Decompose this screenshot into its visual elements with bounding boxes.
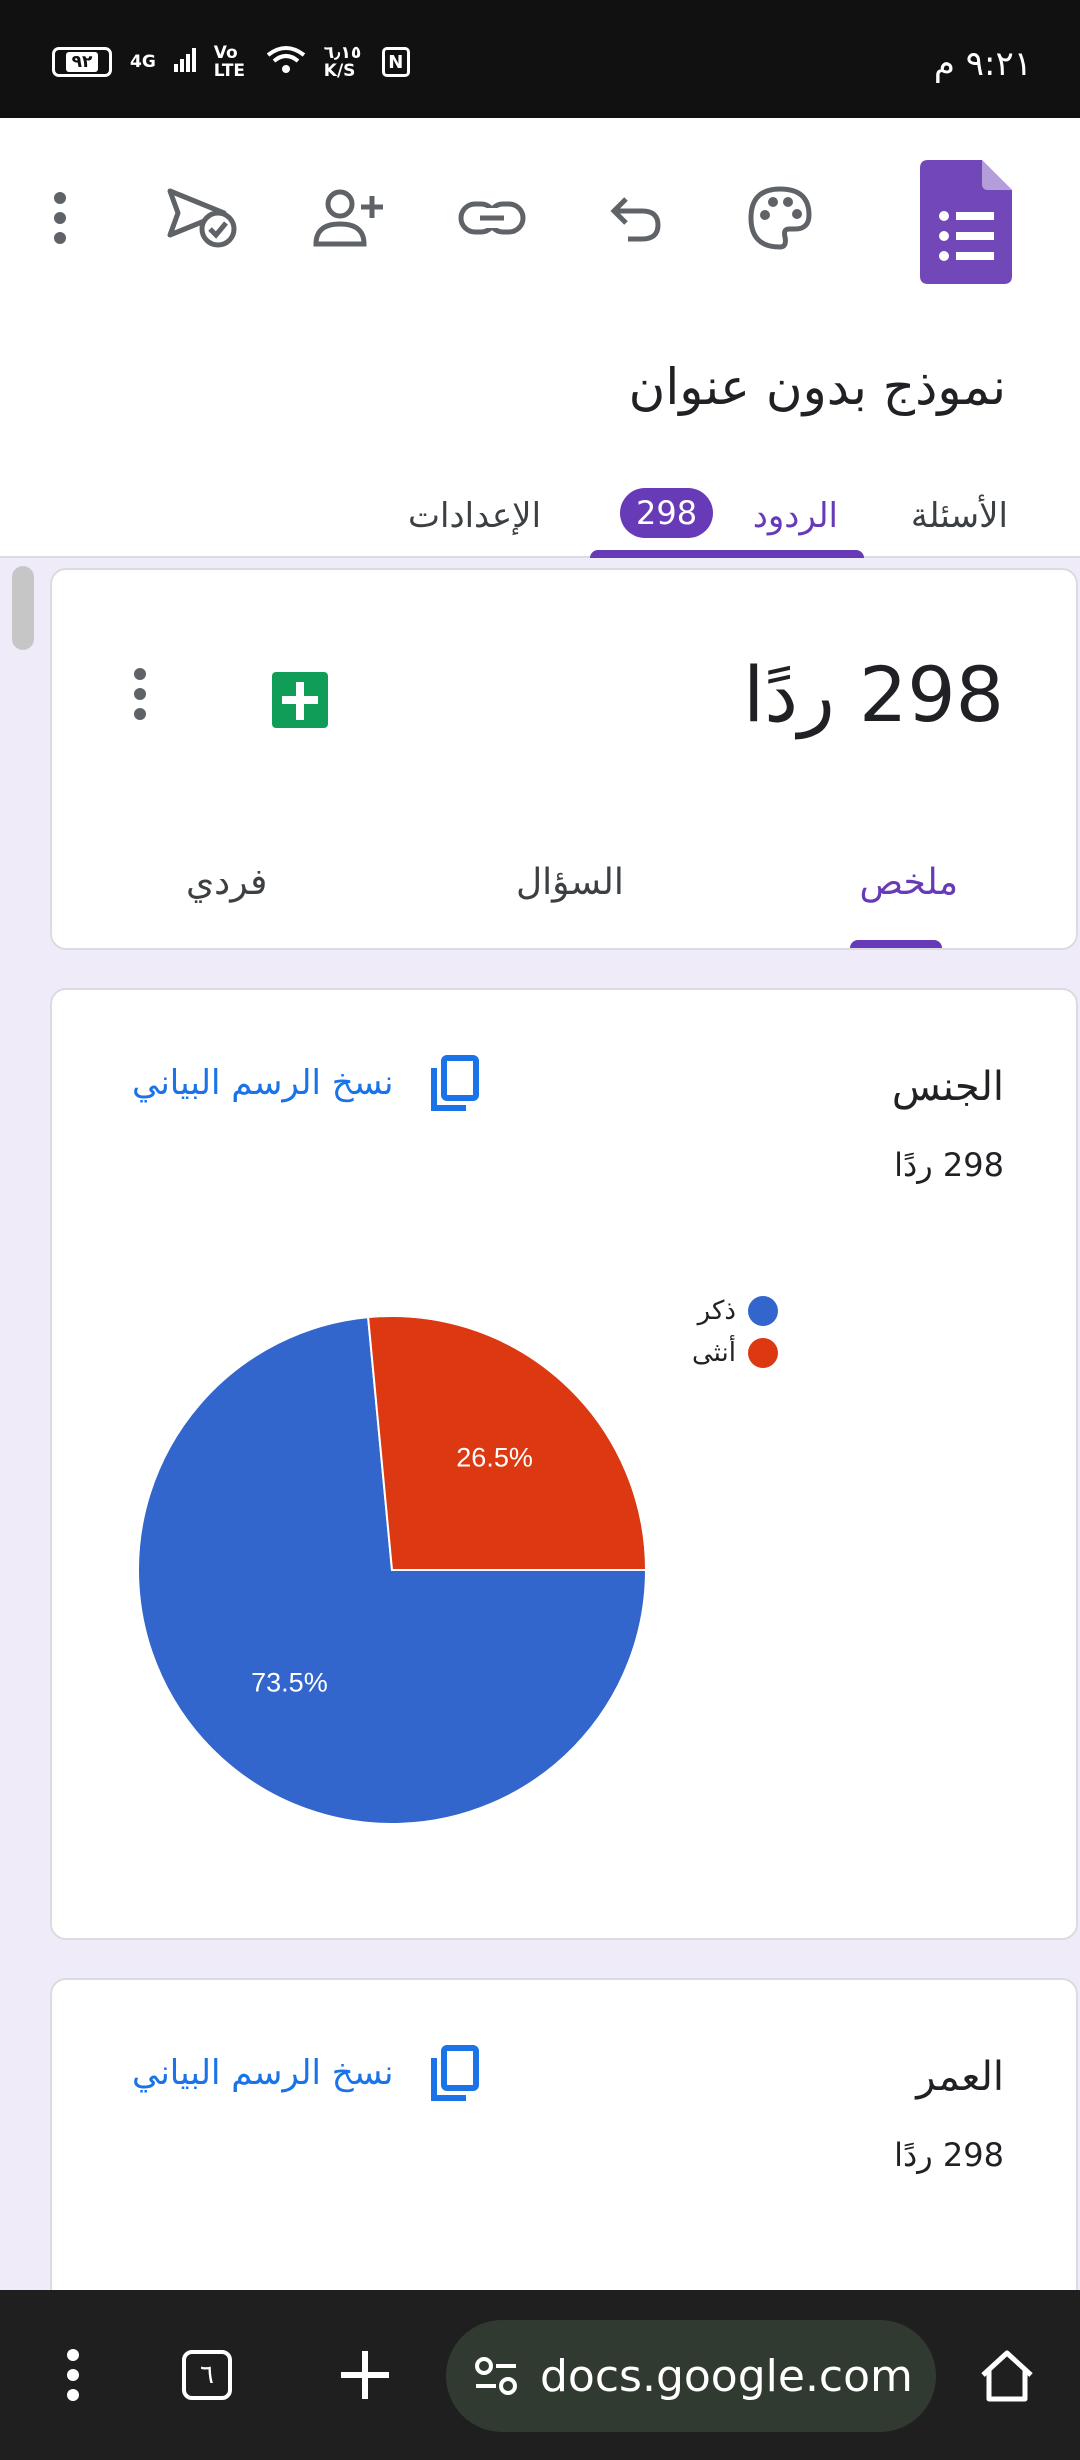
tab-switcher-button[interactable]: ٦ [162,2330,252,2420]
pie-data-label: 26.5% [456,1442,533,1472]
scrollbar[interactable] [12,566,34,650]
chart-legend: ذكر أنثى [692,1296,778,1380]
send-check-icon [167,188,237,248]
legend-label: أنثى [692,1338,736,1368]
send-button[interactable] [162,178,242,258]
palette-icon [748,186,812,250]
add-collaborator-button[interactable] [308,178,388,258]
tab-question[interactable]: السؤال [516,862,624,903]
signal-icon [173,48,196,76]
person-add-icon [313,189,383,247]
speed-label: ٦٫١٥ K/S [323,43,362,81]
question-card-gender: الجنس 298 ردًا نسخ الرسم البياني ذكر أنث… [50,988,1078,1940]
tab-individual[interactable]: فردي [186,862,267,903]
pie-data-label: 73.5% [251,1668,328,1698]
url-text: docs.google.com [540,2350,913,2402]
network-label: 4G [130,52,156,72]
responses-more-button[interactable] [130,666,150,726]
link-icon [458,201,526,235]
legend-item: أنثى [692,1338,778,1368]
link-to-sheets-button[interactable] [272,672,328,732]
copy-chart-label: نسخ الرسم البياني [132,1063,394,1103]
legend-dot-female [747,1338,778,1368]
gender-pie-chart: 73.5% 26.5% [137,1315,648,1825]
tab-summary[interactable]: ملخص [859,862,958,903]
copy-link-button[interactable] [452,178,532,258]
active-tab-indicator [590,550,864,558]
legend-dot-male [747,1296,778,1326]
nfc-icon: N [381,47,410,77]
browser-bottom-bar: ٦ docs.google.com [0,2290,1080,2460]
customize-theme-button[interactable] [740,178,820,258]
undo-icon [610,197,661,242]
responses-summary-card: 298 ردًا ملخص السؤال فردي [50,568,1078,950]
browser-menu-button[interactable] [28,2330,118,2420]
more-vert-icon [67,2349,79,2401]
copy-icon [430,1055,479,1111]
volte-label: Vo LTE [213,43,246,81]
site-settings-icon [475,2357,517,2395]
responses-count-title: 298 ردًا [743,650,1004,739]
copy-chart-button[interactable]: نسخ الرسم البياني [132,1054,480,1112]
copy-chart-label: نسخ الرسم البياني [132,2053,394,2093]
copy-icon [430,2045,479,2101]
undo-button[interactable] [596,178,676,258]
question-response-count: 298 ردًا [894,1146,1004,1184]
form-title[interactable]: نموذج بدون عنوان [629,358,1006,416]
more-vert-icon [134,668,146,720]
tab-responses[interactable]: الردود [753,496,838,536]
status-bar: ٩٢ 4G Vo LTE ٦٫١٥ K/S N ٩:٢١ م [0,0,1080,118]
address-bar[interactable]: docs.google.com [446,2320,936,2432]
more-options-button[interactable] [20,178,100,258]
clock: ٩:٢١ م [933,44,1032,84]
form-tabs: الأسئلة الردود 298 الإعدادات [0,478,1080,558]
question-title: الجنس [891,1064,1004,1110]
status-icons: ٩٢ 4G Vo LTE ٦٫١٥ K/S N [52,44,410,80]
home-button[interactable] [962,2330,1052,2420]
copy-chart-button[interactable]: نسخ الرسم البياني [132,2044,480,2102]
forms-header: نموذج بدون عنوان الأسئلة الردود 298 الإع… [0,118,1080,558]
legend-label: ذكر [697,1296,736,1326]
more-vert-icon [54,192,66,244]
sheets-icon [272,672,328,728]
legend-item: ذكر [692,1296,778,1326]
question-response-count: 298 ردًا [894,2136,1004,2174]
battery-level: ٩٢ [65,52,99,72]
home-icon [981,2350,1033,2402]
tab-count: ٦ [182,2350,232,2400]
question-card-age: العمر 298 ردًا نسخ الرسم البياني [50,1978,1078,2318]
responses-count-badge: 298 [620,488,714,538]
tab-settings[interactable]: الإعدادات [408,496,541,536]
new-tab-button[interactable] [320,2330,410,2420]
wifi-icon [266,45,306,79]
battery-icon: ٩٢ [52,47,112,77]
tab-questions[interactable]: الأسئلة [911,496,1008,536]
active-subtab-indicator [850,940,942,948]
google-forms-logo [920,160,1012,288]
question-title: العمر [916,2054,1004,2100]
plus-icon [341,2351,389,2399]
